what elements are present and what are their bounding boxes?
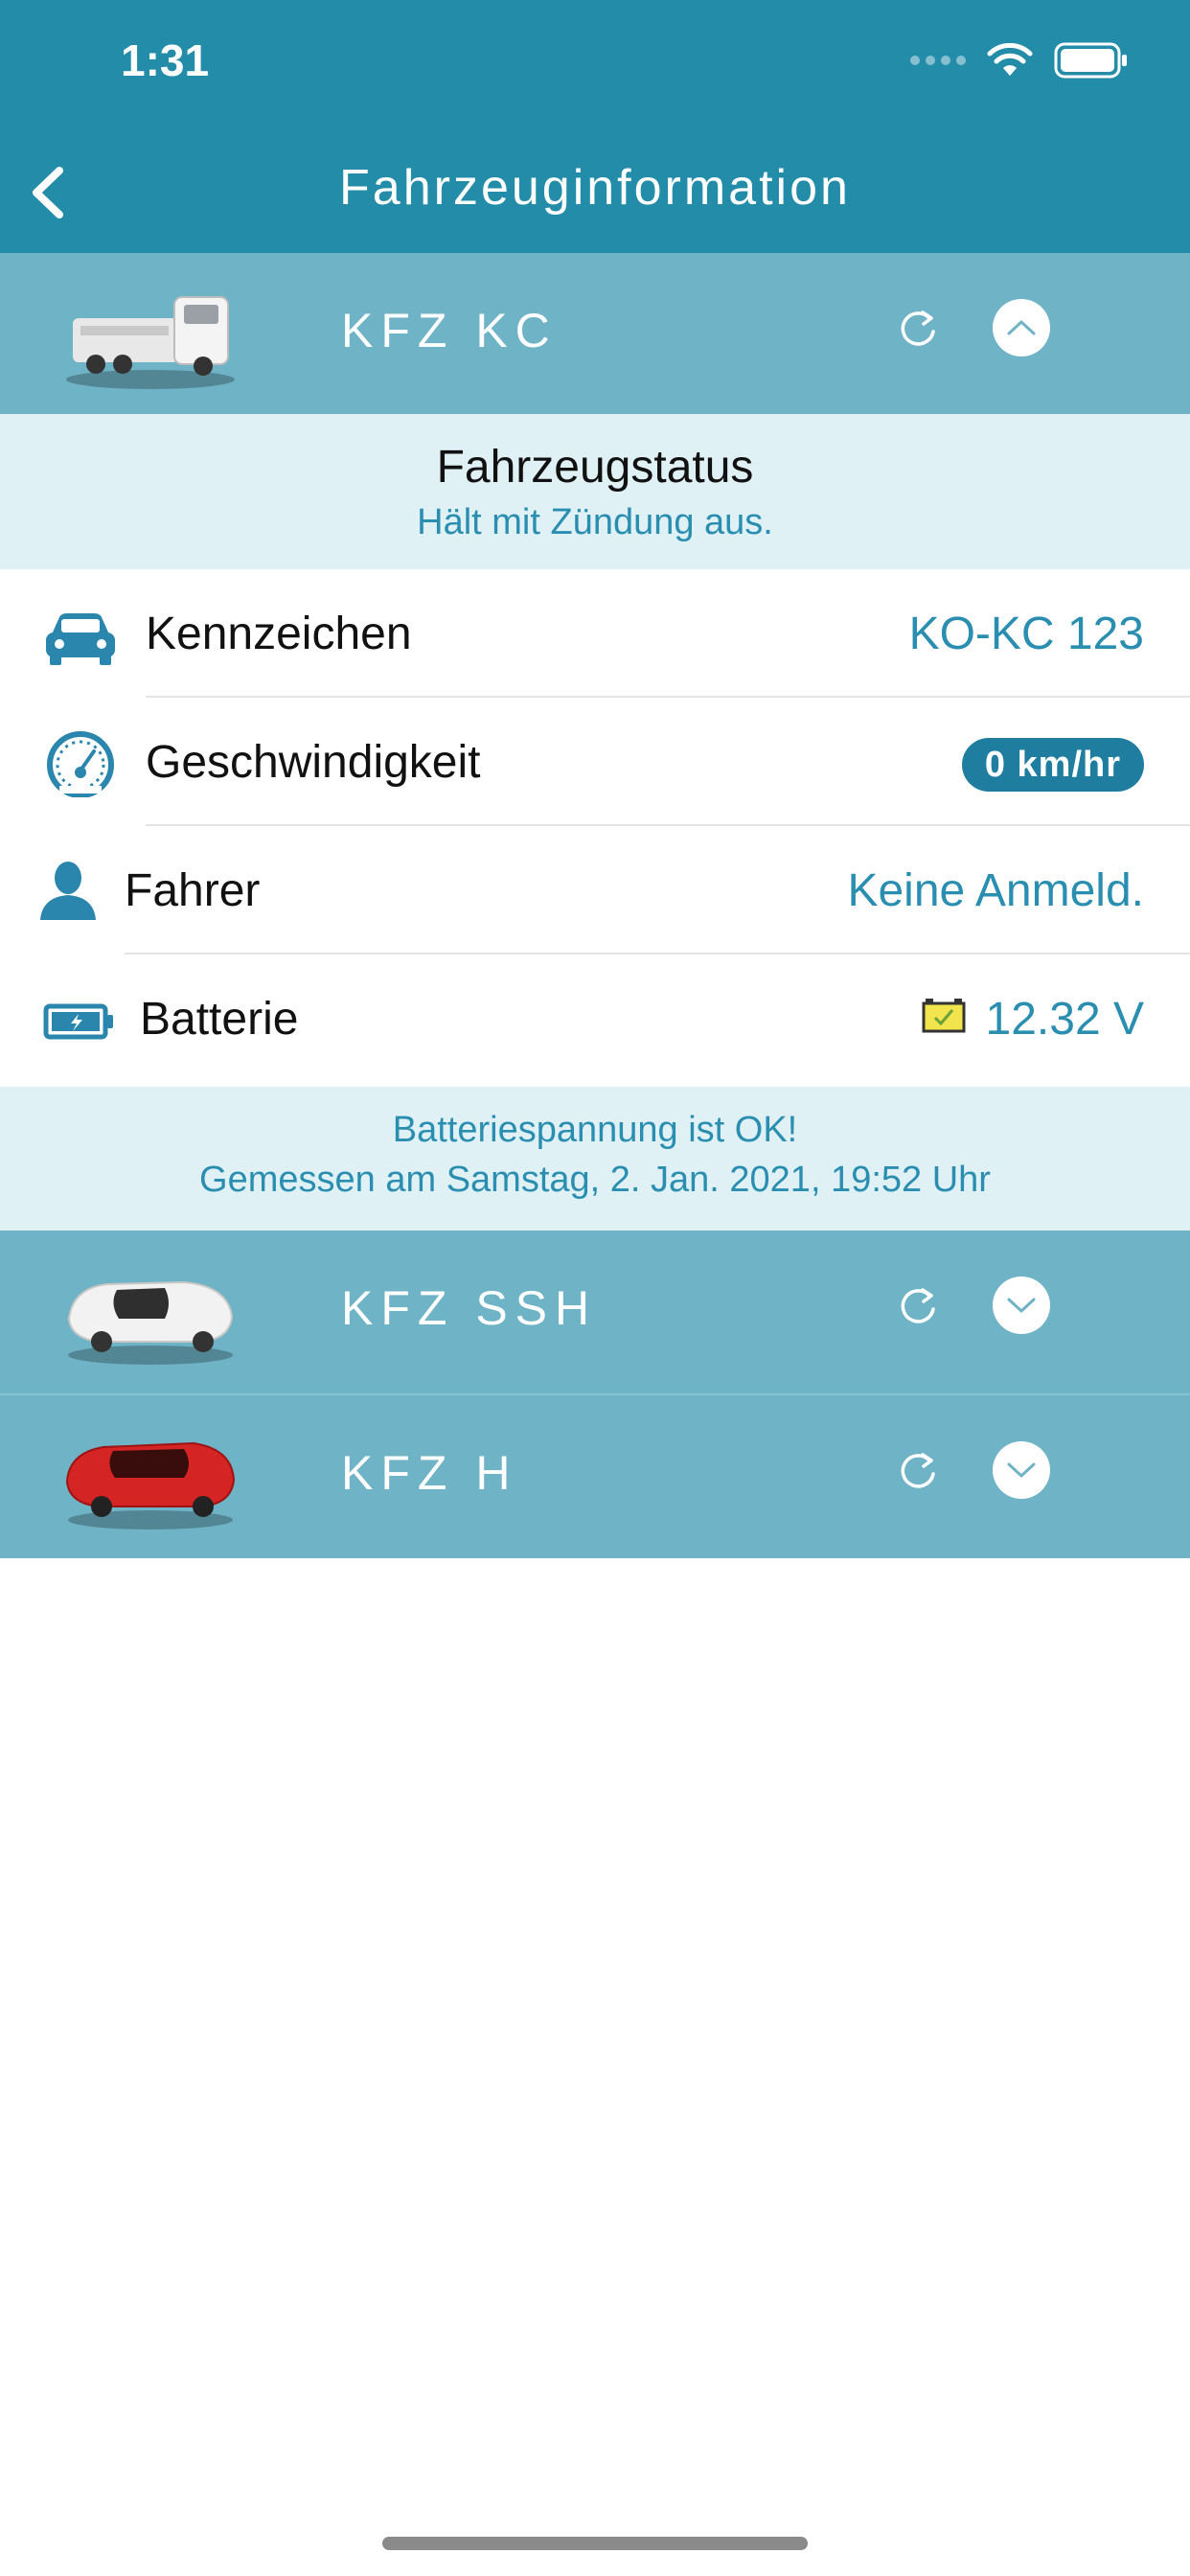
chevron-up-icon xyxy=(1007,320,1036,335)
driver-label: Fahrer xyxy=(125,865,261,916)
battery-icon xyxy=(43,1003,113,1040)
plate-value: KO-KC 123 xyxy=(908,609,1144,659)
refresh-icon[interactable] xyxy=(893,1445,943,1495)
speed-badge: 0 km/hr xyxy=(961,738,1144,792)
car-icon xyxy=(46,613,115,665)
row-speed: Geschwindigkeit 0 km/hr xyxy=(0,698,1190,826)
vehicle-header-kfz-ssh[interactable]: KFZ SSH xyxy=(0,1230,1190,1393)
row-driver: Fahrer Keine Anmeld. xyxy=(0,826,1190,954)
speedometer-icon xyxy=(47,731,114,797)
battery-info-panel: Batteriespannung ist OK! Gemessen am Sam… xyxy=(0,1087,1190,1230)
truck-image xyxy=(66,296,235,389)
chevron-down-icon xyxy=(1007,1298,1036,1313)
battery-status-icon xyxy=(1054,42,1127,79)
vehicle-name: KFZ H xyxy=(341,1446,518,1500)
battery-measured-text: Gemessen am Samstag, 2. Jan. 2021, 19:52… xyxy=(199,1160,991,1200)
cellular-signal-icon xyxy=(910,56,966,65)
battery-value: 12.32 V xyxy=(985,994,1144,1045)
driver-value: Keine Anmeld. xyxy=(847,865,1144,916)
plate-label: Kennzeichen xyxy=(146,609,412,659)
status-subtitle: Hält mit Zündung aus. xyxy=(417,502,773,542)
expand-toggle-button[interactable] xyxy=(993,1441,1050,1499)
home-indicator[interactable] xyxy=(382,2537,808,2550)
status-title: Fahrzeugstatus xyxy=(436,442,754,493)
row-battery: Batterie 12.32 V xyxy=(0,954,1190,1083)
refresh-icon[interactable] xyxy=(893,1280,943,1330)
chevron-down-icon xyxy=(1007,1462,1036,1478)
collapse-toggle-button[interactable] xyxy=(993,299,1050,356)
battery-label: Batterie xyxy=(140,994,299,1045)
speed-label: Geschwindigkeit xyxy=(146,737,481,788)
car-image-white xyxy=(67,1280,234,1365)
car-image-red xyxy=(65,1441,236,1530)
vehicle-name: KFZ SSH xyxy=(341,1281,598,1335)
vehicle-name: KFZ KC xyxy=(341,304,558,357)
wifi-icon xyxy=(987,43,1033,76)
refresh-icon[interactable] xyxy=(893,303,943,353)
status-icons xyxy=(910,42,1129,79)
person-icon xyxy=(40,862,96,920)
row-license-plate: Kennzeichen KO-KC 123 xyxy=(0,569,1190,698)
page-title: Fahrzeuginformation xyxy=(339,160,851,216)
top-bar: 1:31 Fahrzeuginformation xyxy=(0,0,1190,253)
status-time: 1:31 xyxy=(121,35,210,85)
vehicle-status-panel: Fahrzeugstatus Hält mit Zündung aus. xyxy=(0,414,1190,569)
vehicle-header-kfz-h[interactable]: KFZ H xyxy=(0,1393,1190,1558)
expand-toggle-button[interactable] xyxy=(993,1276,1050,1334)
battery-ok-text: Batteriespannung ist OK! xyxy=(392,1110,798,1150)
vehicle-header-kfz-kc[interactable]: KFZ KC xyxy=(0,253,1190,416)
car-battery-icon xyxy=(922,999,966,1033)
